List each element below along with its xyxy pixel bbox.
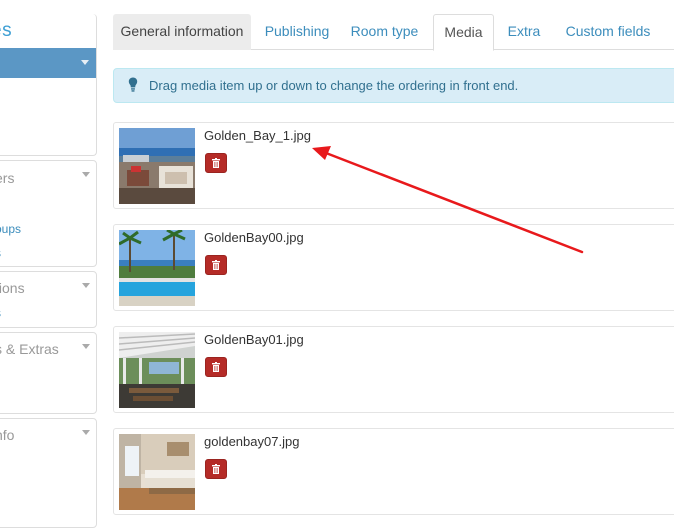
media-thumbnail <box>119 434 195 510</box>
sidebar-link[interactable]: s <box>0 246 1 260</box>
sidebar-section-title[interactable]: s & Extras <box>0 341 59 357</box>
delete-button[interactable] <box>205 459 227 479</box>
alert-message: Drag media item up or down to change the… <box>149 78 519 93</box>
chevron-down-icon[interactable] <box>81 60 89 65</box>
media-filename: Golden_Bay_1.jpg <box>204 128 311 143</box>
media-item[interactable]: GoldenBay00.jpg <box>113 224 674 311</box>
sidebar-panel-main: es <box>0 14 97 156</box>
sidebar-item-active[interactable] <box>0 48 96 78</box>
tab-room-type[interactable]: Room type <box>342 14 427 50</box>
lightbulb-icon <box>128 77 138 92</box>
sidebar-section-title[interactable]: ers <box>0 170 14 186</box>
trash-icon <box>212 158 220 168</box>
media-thumbnail <box>119 332 195 408</box>
sidebar-section-title[interactable]: nfo <box>0 427 14 443</box>
chevron-down-icon[interactable] <box>82 283 90 288</box>
media-item[interactable]: Golden_Bay_1.jpg <box>113 122 674 209</box>
tab-extra[interactable]: Extra <box>499 14 549 50</box>
sidebar-panel-2: tions s <box>0 271 97 328</box>
tab-media[interactable]: Media <box>433 14 494 51</box>
info-alert: Drag media item up or down to change the… <box>113 68 674 103</box>
media-item[interactable]: GoldenBay01.jpg <box>113 326 674 413</box>
tab-publishing[interactable]: Publishing <box>255 14 339 50</box>
brand-logo: es <box>0 20 13 41</box>
trash-icon <box>212 362 220 372</box>
tab-general-information[interactable]: General information <box>113 14 251 50</box>
sidebar-panel-1: ers oups s <box>0 160 97 267</box>
delete-button[interactable] <box>205 255 227 275</box>
sidebar-panel-3: s & Extras <box>0 332 97 414</box>
media-filename: goldenbay07.jpg <box>204 434 300 449</box>
chevron-down-icon[interactable] <box>82 430 90 435</box>
media-item[interactable]: goldenbay07.jpg <box>113 428 674 515</box>
media-thumbnail <box>119 128 195 204</box>
tab-bar: General information Publishing Room type… <box>113 14 674 51</box>
media-filename: GoldenBay00.jpg <box>204 230 304 245</box>
trash-icon <box>212 260 220 270</box>
media-filename: GoldenBay01.jpg <box>204 332 304 347</box>
sidebar: es ers oups s tions s s & Extras nfo <box>0 0 98 528</box>
sidebar-link[interactable]: s <box>0 306 1 320</box>
trash-icon <box>212 464 220 474</box>
media-thumbnail <box>119 230 195 306</box>
chevron-down-icon[interactable] <box>82 172 90 177</box>
tab-custom-fields[interactable]: Custom fields <box>558 14 658 50</box>
chevron-down-icon[interactable] <box>82 344 90 349</box>
delete-button[interactable] <box>205 153 227 173</box>
sidebar-panel-4: nfo <box>0 418 97 528</box>
delete-button[interactable] <box>205 357 227 377</box>
sidebar-link[interactable]: oups <box>0 222 21 236</box>
sidebar-section-title[interactable]: tions <box>0 280 25 296</box>
